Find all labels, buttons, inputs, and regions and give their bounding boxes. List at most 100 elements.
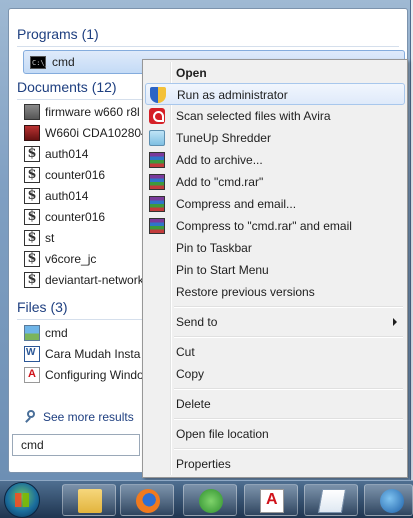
menu-item-copy[interactable]: Copy [145, 363, 405, 385]
documents-header[interactable]: Documents (12) [17, 79, 117, 95]
document-label: auth014 [45, 189, 89, 203]
document-item[interactable]: firmware w660 r8l [24, 102, 144, 122]
taskbar-browser-button[interactable] [364, 484, 413, 516]
document-item[interactable]: $ st [24, 228, 144, 248]
batch-file-icon: $ [24, 230, 40, 246]
document-label: st [45, 231, 55, 245]
menu-item-label: Open file location [176, 427, 269, 441]
winrar-icon [149, 196, 165, 212]
firefox-icon [136, 489, 160, 513]
program-label: cmd [52, 55, 75, 69]
file-label: Cara Mudah Insta [45, 347, 141, 361]
menu-separator [174, 418, 403, 420]
menu-item-label: Compress to "cmd.rar" and email [176, 219, 352, 233]
menu-item-label: Restore previous versions [176, 285, 315, 299]
menu-item-open[interactable]: Open [145, 62, 405, 84]
document-item[interactable]: $ deviantart-network [24, 270, 144, 290]
menu-item-pin-to-taskbar[interactable]: Pin to Taskbar [145, 237, 405, 259]
taskbar-firefox-button[interactable] [120, 484, 174, 516]
taskbar-app-button[interactable] [183, 484, 237, 516]
submenu-arrow-icon [393, 318, 397, 326]
document-label: auth014 [45, 147, 89, 161]
document-label: v6core_jc [45, 252, 97, 266]
word-doc-icon [24, 346, 40, 362]
batch-file-icon: $ [24, 188, 40, 204]
file-item[interactable]: cmd [24, 323, 144, 343]
menu-item-delete[interactable]: Delete [145, 393, 405, 415]
pdf-icon [24, 367, 40, 383]
adobe-reader-icon [260, 489, 284, 513]
image-icon [24, 325, 40, 341]
programs-divider [17, 46, 399, 47]
batch-file-icon: $ [24, 146, 40, 162]
menu-item-label: Send to [176, 315, 218, 329]
batch-file-icon: $ [24, 251, 40, 267]
winrar-icon [149, 152, 165, 168]
file-item[interactable]: Cara Mudah Insta [24, 344, 144, 364]
document-label: counter016 [45, 210, 106, 224]
files-header[interactable]: Files (3) [17, 299, 68, 315]
menu-item-label: Cut [176, 345, 195, 359]
menu-item-label: Copy [176, 367, 205, 381]
document-item[interactable]: $ counter016 [24, 165, 144, 185]
menu-item-label: Delete [176, 397, 211, 411]
start-button[interactable] [4, 482, 40, 518]
menu-item-compress-and-email[interactable]: Compress and email... [145, 193, 405, 215]
menu-item-label: Pin to Start Menu [176, 263, 269, 277]
windows-explorer-icon [78, 489, 102, 513]
menu-item-run-as-administrator[interactable]: Run as administrator [145, 83, 405, 105]
batch-file-icon: $ [24, 209, 40, 225]
menu-item-open-file-location[interactable]: Open file location [145, 423, 405, 445]
menu-item-add-to-cmd-rar[interactable]: Add to "cmd.rar" [145, 171, 405, 193]
menu-item-label: TuneUp Shredder [176, 131, 271, 145]
winrar-icon [149, 174, 165, 190]
search-icon [23, 409, 39, 425]
menu-item-restore-previous-versions[interactable]: Restore previous versions [145, 281, 405, 303]
menu-item-scan-avira[interactable]: Scan selected files with Avira [145, 105, 405, 127]
see-more-label: See more results [43, 410, 134, 424]
winrar-icon [149, 218, 165, 234]
taskbar-adobe-reader-button[interactable] [244, 484, 298, 516]
menu-item-label: Add to "cmd.rar" [176, 175, 264, 189]
menu-item-label: Add to archive... [176, 153, 263, 167]
document-item[interactable]: $ auth014 [24, 186, 144, 206]
menu-separator [174, 388, 403, 390]
menu-item-label: Compress and email... [176, 197, 297, 211]
menu-item-tuneup-shredder[interactable]: TuneUp Shredder [145, 127, 405, 149]
green-arrow-icon [199, 489, 223, 513]
menu-item-label: Open [176, 66, 207, 80]
menu-separator [174, 306, 403, 308]
menu-item-label: Scan selected files with Avira [176, 109, 331, 123]
menu-item-cut[interactable]: Cut [145, 341, 405, 363]
document-icon [24, 104, 40, 120]
globe-icon [380, 489, 404, 513]
menu-item-send-to[interactable]: Send to [145, 311, 405, 333]
document-item[interactable]: $ counter016 [24, 207, 144, 227]
menu-item-properties[interactable]: Properties [145, 453, 405, 475]
document-item[interactable]: $ v6core_jc [24, 249, 144, 269]
menu-item-pin-to-start-menu[interactable]: Pin to Start Menu [145, 259, 405, 281]
menu-item-add-to-archive[interactable]: Add to archive... [145, 149, 405, 171]
file-label: Configuring Windo [45, 368, 144, 382]
document-item[interactable]: $ auth014 [24, 144, 144, 164]
document-label: counter016 [45, 168, 106, 182]
menu-item-label: Properties [176, 457, 231, 471]
menu-item-compress-to-cmd-rar-and-email[interactable]: Compress to "cmd.rar" and email [145, 215, 405, 237]
menu-separator [174, 336, 403, 338]
programs-header[interactable]: Programs (1) [17, 26, 99, 42]
document-label: deviantart-network [45, 273, 144, 287]
uac-shield-icon [150, 87, 166, 103]
file-item[interactable]: Configuring Windo [24, 365, 144, 385]
document-item[interactable]: W660i CDA102804 [24, 123, 144, 143]
shredder-icon [149, 130, 165, 146]
cmd-icon: C:\_ [30, 55, 49, 69]
document-icon [24, 125, 40, 141]
batch-file-icon: $ [24, 272, 40, 288]
taskbar-notepad-button[interactable] [304, 484, 358, 516]
search-input[interactable]: cmd [12, 434, 140, 456]
see-more-results-link[interactable]: See more results [23, 409, 134, 425]
taskbar-explorer-button[interactable] [62, 484, 116, 516]
document-label: W660i CDA102804 [45, 126, 144, 140]
batch-file-icon: $ [24, 167, 40, 183]
menu-item-label: Run as administrator [177, 88, 288, 102]
